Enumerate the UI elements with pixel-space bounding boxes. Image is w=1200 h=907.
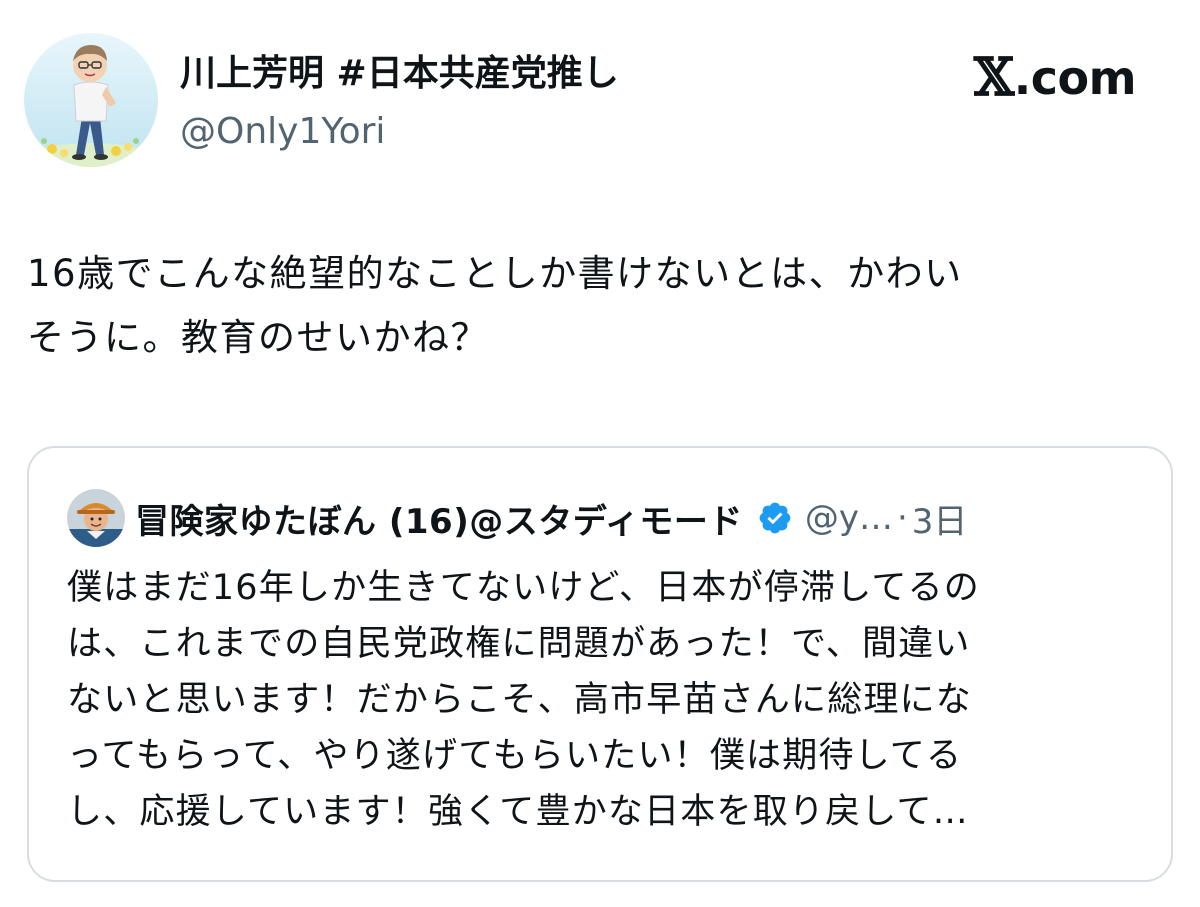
quoted-tweet-timestamp[interactable]: 3日 — [912, 494, 968, 543]
quoted-author-avatar[interactable] — [67, 489, 125, 547]
author-avatar[interactable] — [24, 33, 158, 167]
quoted-author-handle[interactable]: @y… — [805, 498, 893, 538]
quoted-tweet-card[interactable]: 冒険家ゆたぼん (16)@スタディモード @y… · 3日 僕はまだ16年しか生… — [27, 446, 1173, 882]
brand-domain: .com — [1013, 51, 1137, 105]
cartoon-man-avatar-icon — [24, 33, 158, 167]
man-with-hat-avatar-icon — [67, 489, 125, 547]
quoted-tweet-header: 冒険家ゆたぼん (16)@スタディモード @y… · 3日 — [135, 492, 967, 544]
header-separator: · — [896, 498, 908, 538]
quoted-tweet-text: 僕はまだ16年しか生きてないけど、日本が停滞してるの は、これまでの自民党政権に… — [67, 568, 980, 832]
author-display-name[interactable]: 川上芳明 #日本共産党推し — [180, 50, 619, 98]
author-handle[interactable]: @Only1Yori — [180, 108, 385, 156]
x-logo-icon: 𝕏 — [973, 47, 1014, 108]
quoted-author-display-name[interactable]: 冒険家ゆたぼん (16)@スタディモード — [135, 494, 743, 543]
brand-watermark: 𝕏 .com — [973, 47, 1137, 108]
tweet-text: 16歳でこんな絶望的なことしか書けないとは、かわい そうに。教育のせいかね？ — [27, 252, 963, 359]
verified-badge-icon — [757, 500, 793, 536]
